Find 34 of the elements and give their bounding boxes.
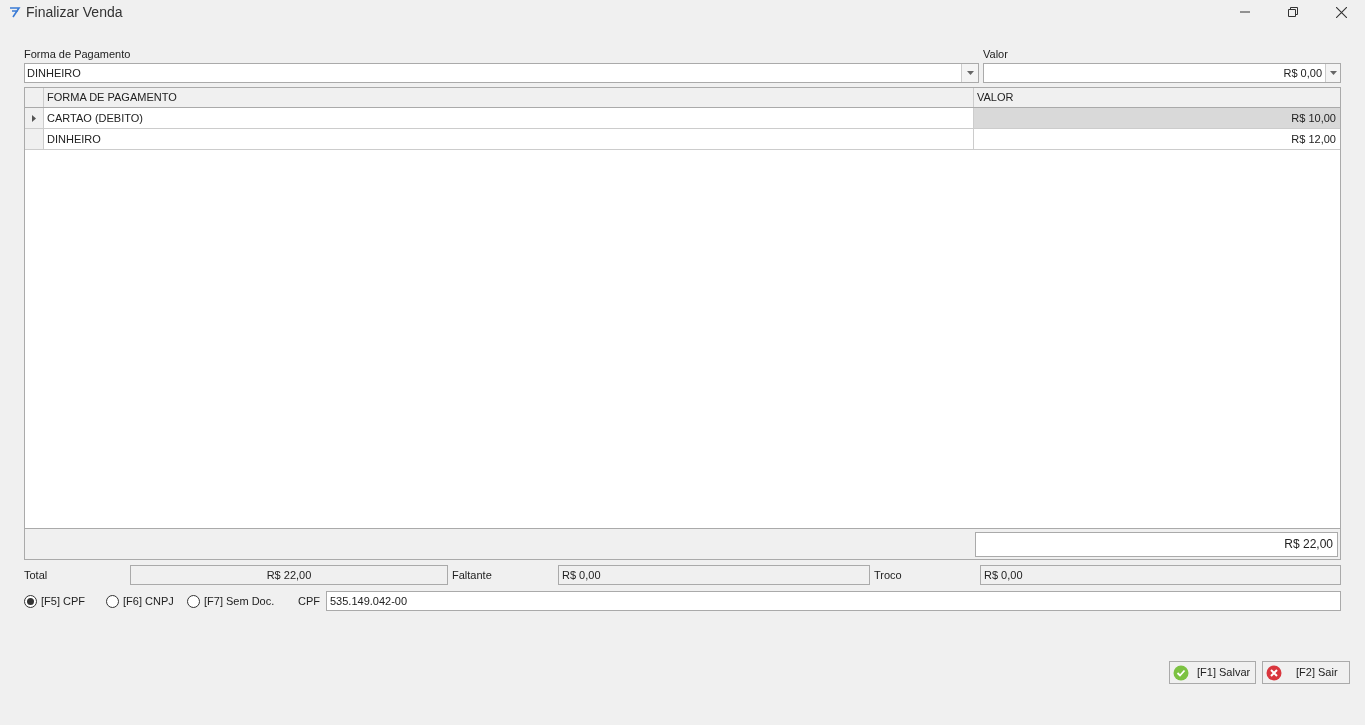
radio-option[interactable]: [F6] CNPJ [106,592,187,610]
radio-button[interactable] [24,594,37,608]
grid-total-field: R$ 22,00 [975,531,1338,557]
current-row-icon [32,114,36,122]
dropdown-caret-icon [1329,71,1337,75]
row-header[interactable] [25,108,44,128]
check-icon [1173,664,1189,681]
radio-option[interactable]: [F7] Sem Doc. [187,592,287,610]
readonly-field: R$ 0,00 [558,565,870,585]
field-label: Faltante [452,567,493,583]
payment-method-dropdown[interactable]: DINHEIRO [24,63,979,83]
radio-button[interactable] [187,594,200,608]
radio-button[interactable] [106,594,119,608]
radio-option[interactable]: [F5] CPF [24,592,106,610]
field-label: CPF [298,593,320,609]
cpf-input-field[interactable]: 535.149.042-00 [326,591,1341,611]
dropdown-caret-icon [966,71,974,75]
app-logo-icon [9,6,21,18]
window-title: Finalizar Venda [26,2,123,22]
close-icon [1335,6,1347,18]
readonly-field: R$ 0,00 [980,565,1341,585]
field-label: Valor [983,47,1009,62]
column-header[interactable]: VALOR [974,88,1340,107]
field-label: Forma de Pagamento [24,47,132,62]
column-header[interactable]: FORMA DE PAGAMENTO [44,88,974,107]
field-label: Troco [874,567,903,583]
exit-button[interactable]: [F2] Sair [1262,661,1350,684]
readonly-field: R$ 22,00 [130,565,448,585]
cancel-icon [1266,664,1282,681]
field-label: Total [24,567,49,583]
save-button[interactable]: [F1] Salvar [1169,661,1256,684]
table-cell: R$ 10,00 [974,108,1340,128]
restore-icon [1288,7,1298,17]
amount-field[interactable]: R$ 0,00 [983,63,1341,83]
